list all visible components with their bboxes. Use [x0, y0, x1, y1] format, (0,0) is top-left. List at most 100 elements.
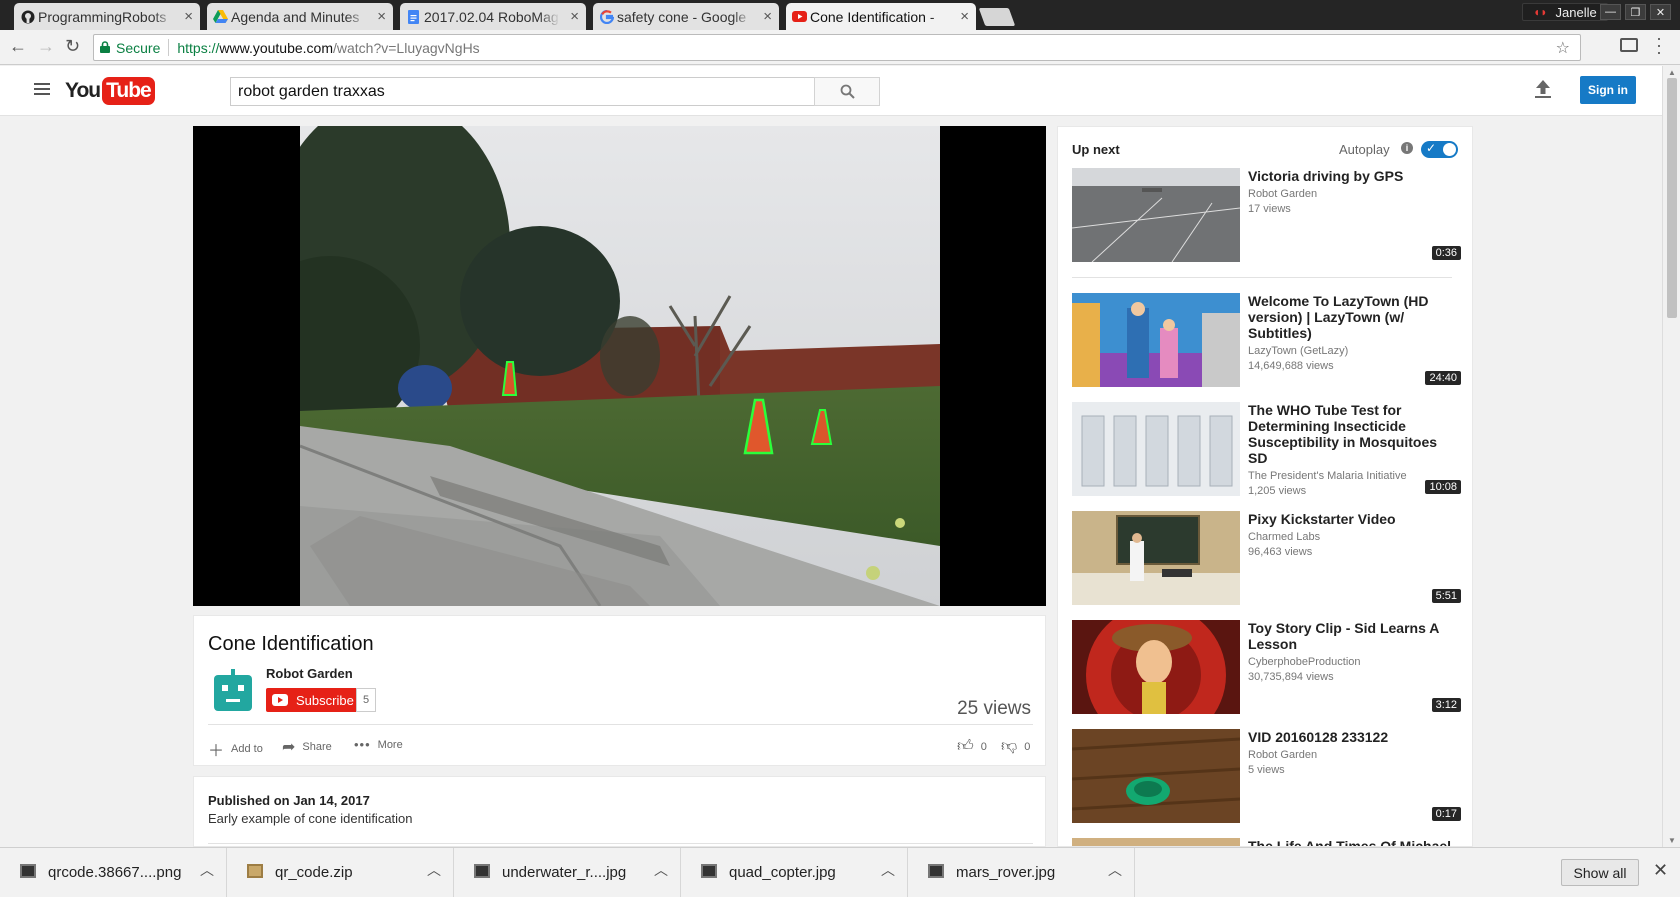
address-bar[interactable]: Secure https://www.youtube.com/watch?v=L…	[93, 34, 1581, 61]
tab-close-icon[interactable]: ×	[570, 8, 579, 25]
scroll-up-icon[interactable]: ▲	[1668, 68, 1676, 77]
google-icon	[599, 9, 614, 24]
related-video[interactable]: 24:40 Welcome To LazyTown (HD version) |…	[1072, 293, 1464, 388]
new-tab-button[interactable]	[978, 8, 1016, 26]
tab-programming-robots[interactable]: ProgrammingRobots ×	[14, 3, 200, 30]
related-video-title[interactable]: The WHO Tube Test for Determining Insect…	[1248, 402, 1458, 499]
related-video-title[interactable]: Victoria driving by GPS Robot Garden 17 vi…	[1248, 168, 1458, 217]
close-window-button[interactable]: ✕	[1650, 4, 1671, 20]
share-button[interactable]: ➦ Share	[282, 737, 332, 757]
divider	[208, 724, 1033, 725]
more-button[interactable]: ••• More	[354, 737, 403, 752]
image-file-icon	[20, 864, 36, 878]
youtube-play-icon	[272, 694, 288, 706]
tab-close-icon[interactable]: ×	[763, 8, 772, 25]
video-info-card: Cone Identification Robot Garden Subscri…	[193, 615, 1046, 766]
title-text: Victoria driving by GPS	[1248, 168, 1404, 184]
google-drive-icon	[213, 9, 228, 24]
video-thumbnail[interactable]	[1072, 620, 1240, 714]
restore-button[interactable]: ❐	[1625, 4, 1646, 20]
download-item[interactable]: underwater_r....jpg ︿	[454, 848, 681, 897]
browser-menu-icon[interactable]: · · ·	[1656, 29, 1662, 61]
like-count: 0	[980, 740, 987, 753]
related-video[interactable]: 0:17 VID 20160128 233122 Robot Garden 5 vi…	[1072, 729, 1464, 824]
related-video[interactable]: 0:36 Victoria driving by GPS Robot Garden…	[1072, 168, 1464, 263]
profile-button[interactable]: ◖◗ Janelle	[1522, 3, 1608, 21]
youtube-logo[interactable]: You Tube	[65, 77, 155, 105]
channel-avatar[interactable]	[214, 669, 252, 711]
tab-cone-identification[interactable]: Cone Identification - ×	[786, 3, 976, 30]
github-icon	[20, 9, 35, 24]
tab-close-icon[interactable]: ×	[960, 8, 969, 25]
youtube-header: You Tube robot garden traxxas Sign in	[0, 66, 1662, 116]
thumbs-up-icon: 👍︎	[957, 738, 974, 755]
dislike-button[interactable]: 👎︎ 0	[1001, 737, 1030, 756]
related-video-title[interactable]: The Life And Times Of Michael	[1248, 838, 1458, 846]
related-video-title[interactable]: VID 20160128 233122 Robot Garden 5 views	[1248, 729, 1458, 778]
cast-icon[interactable]	[1620, 38, 1638, 52]
like-button[interactable]: 👍︎ 0	[957, 737, 987, 756]
tab-close-icon[interactable]: ×	[184, 8, 193, 25]
video-thumbnail[interactable]	[1072, 168, 1240, 262]
lock-icon	[100, 40, 110, 56]
chevron-up-icon[interactable]: ︿	[200, 860, 214, 880]
related-video[interactable]: 5:51 Pixy Kickstarter Video Charmed Labs 9…	[1072, 511, 1464, 606]
info-icon[interactable]: i	[1401, 142, 1413, 154]
video-duration: 3:12	[1431, 698, 1461, 712]
show-all-downloads-button[interactable]: Show all	[1561, 859, 1639, 886]
chevron-up-icon[interactable]: ︿	[881, 860, 895, 880]
search-input[interactable]: robot garden traxxas	[230, 77, 815, 106]
tab-robomag[interactable]: 2017.02.04 RoboMag ×	[400, 3, 586, 30]
video-thumbnail[interactable]	[1072, 838, 1240, 847]
title-text: Pixy Kickstarter Video	[1248, 511, 1396, 527]
related-video-title[interactable]: Welcome To LazyTown (HD version) | LazyT…	[1248, 293, 1458, 374]
forward-icon[interactable]: →	[37, 36, 55, 57]
download-filename: qr_code.zip	[275, 864, 353, 881]
autoplay-toggle[interactable]: ✓	[1421, 141, 1458, 158]
download-item[interactable]: quad_copter.jpg ︿	[681, 848, 908, 897]
minimize-button[interactable]: —	[1600, 4, 1621, 20]
chevron-up-icon[interactable]: ︿	[1108, 860, 1122, 880]
tab-title: Agenda and Minutes	[231, 8, 360, 25]
back-icon[interactable]: ←	[9, 36, 27, 57]
scrollbar-thumb[interactable]	[1667, 78, 1677, 318]
download-item[interactable]: qrcode.38667....png ︿	[0, 848, 227, 897]
video-thumbnail[interactable]	[1072, 511, 1240, 605]
hamburger-menu-icon[interactable]	[34, 83, 50, 98]
google-docs-icon	[406, 9, 421, 24]
video-player[interactable]	[193, 126, 1046, 606]
related-video[interactable]: The Life And Times Of Michael	[1072, 838, 1464, 847]
add-to-button[interactable]: ＋ Add to	[208, 737, 263, 761]
video-thumbnail[interactable]	[1072, 729, 1240, 823]
bookmark-star-icon[interactable]: ☆	[1556, 38, 1570, 58]
tab-agenda[interactable]: Agenda and Minutes ×	[207, 3, 393, 30]
download-item[interactable]: qr_code.zip ︿	[227, 848, 454, 897]
video-thumbnail[interactable]	[1072, 293, 1240, 387]
video-frame	[300, 126, 940, 606]
download-item[interactable]: mars_rover.jpg ︿	[908, 848, 1135, 897]
page-scrollbar[interactable]: ▲ ▼	[1662, 66, 1680, 847]
related-video-views: 1,205 views	[1248, 485, 1307, 497]
upload-icon[interactable]	[1535, 80, 1551, 103]
image-file-icon	[474, 864, 490, 878]
close-downloads-icon[interactable]: ✕	[1653, 860, 1668, 881]
reload-icon[interactable]: ↻	[65, 36, 80, 57]
scroll-down-icon[interactable]: ▼	[1668, 836, 1676, 845]
related-video-title[interactable]: Pixy Kickstarter Video Charmed Labs 96,463…	[1248, 511, 1458, 560]
image-file-icon	[928, 864, 944, 878]
video-thumbnail[interactable]	[1072, 402, 1240, 496]
sign-in-button[interactable]: Sign in	[1580, 76, 1636, 104]
download-filename: qrcode.38667....png	[48, 864, 182, 881]
related-video[interactable]: 10:08 The WHO Tube Test for Determining …	[1072, 402, 1464, 497]
chevron-up-icon[interactable]: ︿	[427, 860, 441, 880]
chevron-up-icon[interactable]: ︿	[654, 860, 668, 880]
share-label: Share	[302, 741, 332, 753]
related-video-title[interactable]: Toy Story Clip - Sid Learns A Lesson Cybe…	[1248, 620, 1458, 685]
channel-name[interactable]: Robot Garden	[266, 666, 353, 681]
subscribe-button[interactable]: Subscribe	[266, 688, 363, 712]
tab-safety-cone-search[interactable]: safety cone - Google ×	[593, 3, 779, 30]
search-button[interactable]	[814, 77, 880, 106]
publish-date: Published on Jan 14, 2017	[208, 793, 370, 808]
tab-close-icon[interactable]: ×	[377, 8, 386, 25]
related-video[interactable]: 3:12 Toy Story Clip - Sid Learns A Lesso…	[1072, 620, 1464, 715]
